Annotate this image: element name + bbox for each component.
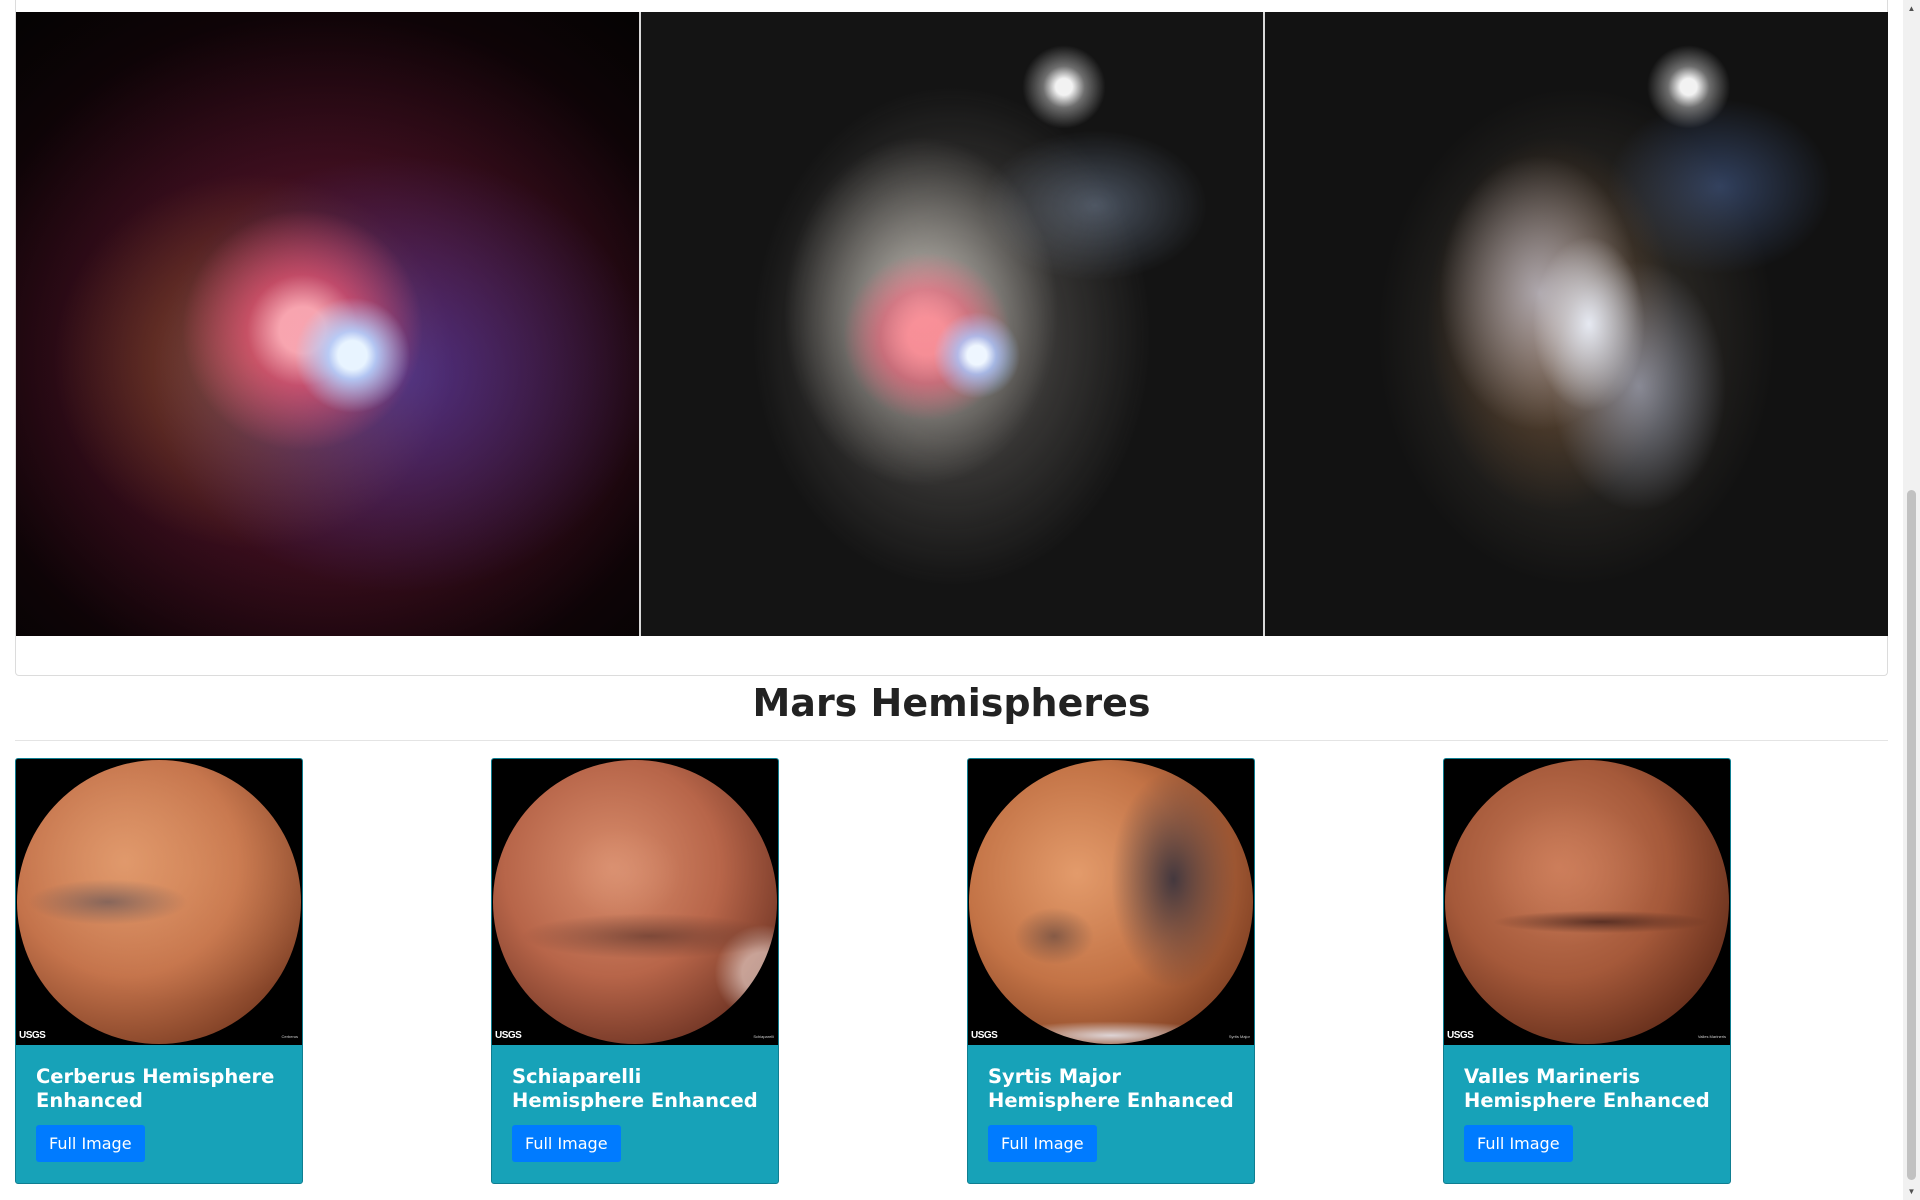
full-image-button[interactable]: Full Image bbox=[988, 1125, 1097, 1162]
scroll-down-arrow-icon[interactable]: ▼ bbox=[1903, 1183, 1920, 1200]
hemisphere-thumbnail: USGS Syrtis Major bbox=[968, 759, 1254, 1045]
full-image-button[interactable]: Full Image bbox=[1464, 1125, 1573, 1162]
scrollbar-thumb[interactable] bbox=[1907, 490, 1916, 1180]
mars-syrtis-major-image bbox=[969, 760, 1253, 1044]
thumbnail-caption: Syrtis Major bbox=[1228, 1034, 1250, 1039]
section-title: Mars Hemispheres bbox=[752, 681, 1151, 725]
featured-image-strip[interactable] bbox=[16, 12, 1889, 636]
mars-cerberus-image bbox=[17, 760, 301, 1044]
xray-galaxy-image bbox=[16, 12, 639, 636]
usgs-logo: USGS bbox=[1447, 1030, 1474, 1041]
hemisphere-card-syrtis-major: USGS Syrtis Major Syrtis Major Hemispher… bbox=[967, 758, 1255, 1184]
usgs-logo: USGS bbox=[495, 1030, 522, 1041]
usgs-logo: USGS bbox=[19, 1030, 46, 1041]
hemisphere-card-body: Valles Marineris Hemisphere Enhanced Ful… bbox=[1444, 1045, 1730, 1162]
hemisphere-card-cerberus: USGS Cerberus Cerberus Hemisphere Enhanc… bbox=[15, 758, 303, 1184]
featured-image-card bbox=[15, 0, 1889, 676]
page: Mars Hemispheres USGS Cerberus Cerberus … bbox=[0, 0, 1920, 1200]
hemisphere-thumbnail: USGS Cerberus bbox=[16, 759, 302, 1045]
hemisphere-card-body: Syrtis Major Hemisphere Enhanced Full Im… bbox=[968, 1045, 1254, 1162]
hemisphere-card-valles-marineris: USGS Valles Marineris Valles Marineris H… bbox=[1443, 758, 1731, 1184]
hemisphere-card-body: Schiaparelli Hemisphere Enhanced Full Im… bbox=[492, 1045, 778, 1162]
hemisphere-title: Syrtis Major Hemisphere Enhanced bbox=[988, 1065, 1234, 1112]
scroll-up-arrow-icon[interactable]: ▲ bbox=[1903, 0, 1920, 17]
thumbnail-caption: Valles Marineris bbox=[1697, 1034, 1726, 1039]
section-divider bbox=[15, 740, 1888, 741]
vertical-scrollbar[interactable]: ▲ ▼ bbox=[1903, 0, 1920, 1200]
hemisphere-title: Cerberus Hemisphere Enhanced bbox=[36, 1065, 275, 1112]
full-image-button[interactable]: Full Image bbox=[36, 1125, 145, 1162]
mars-schiaparelli-image bbox=[493, 760, 777, 1044]
hemisphere-thumbnail: USGS Valles Marineris bbox=[1444, 759, 1730, 1045]
mars-valles-marineris-image bbox=[1445, 760, 1729, 1044]
hemisphere-thumbnail: USGS Schiaparelli bbox=[492, 759, 778, 1045]
thumbnail-caption: Cerberus bbox=[281, 1034, 298, 1039]
optical-galaxy-image bbox=[1263, 12, 1889, 636]
hemisphere-title: Schiaparelli Hemisphere Enhanced bbox=[512, 1065, 758, 1112]
full-image-button[interactable]: Full Image bbox=[512, 1125, 621, 1162]
hemisphere-title: Valles Marineris Hemisphere Enhanced bbox=[1464, 1065, 1710, 1112]
composite-galaxy-image bbox=[638, 12, 1264, 636]
hemisphere-card-body: Cerberus Hemisphere Enhanced Full Image bbox=[16, 1045, 302, 1162]
hemisphere-card-schiaparelli: USGS Schiaparelli Schiaparelli Hemispher… bbox=[491, 758, 779, 1184]
thumbnail-caption: Schiaparelli bbox=[753, 1034, 774, 1039]
usgs-logo: USGS bbox=[971, 1030, 998, 1041]
